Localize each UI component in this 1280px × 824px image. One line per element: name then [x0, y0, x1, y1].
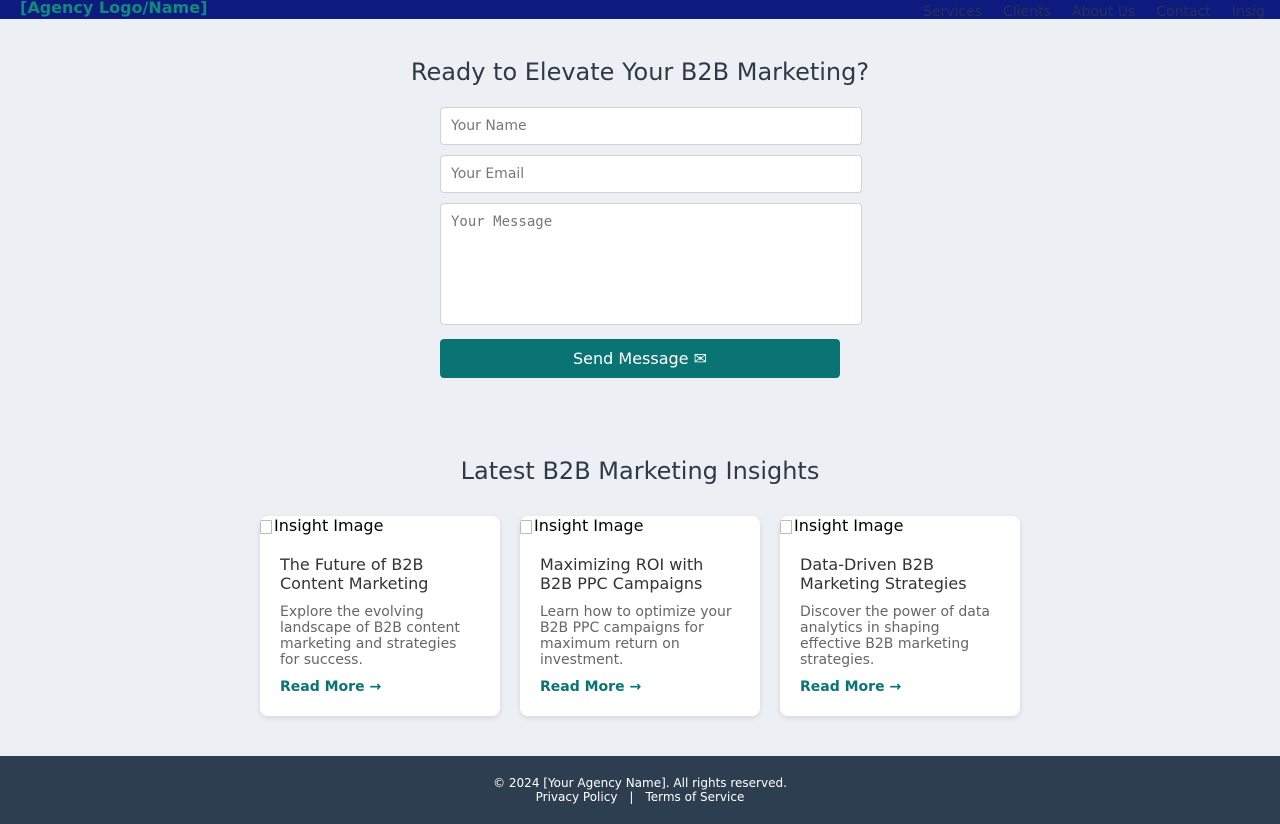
message-textarea[interactable]: [440, 203, 862, 325]
insight-image: Insight Image: [780, 516, 903, 535]
insight-description: Learn how to optimize your B2B PPC campa…: [540, 604, 732, 668]
insight-card: Insight Image Data-Driven B2B Marketing …: [780, 516, 1020, 716]
nav-link-insights[interactable]: Insig: [1232, 3, 1265, 19]
read-more-link[interactable]: Read More →: [800, 679, 901, 695]
insight-card: Insight Image Maximizing ROI with B2B PP…: [520, 516, 760, 716]
footer-links: Privacy Policy | Terms of Service: [0, 790, 1280, 804]
privacy-policy-link[interactable]: Privacy Policy: [536, 790, 618, 804]
send-message-button[interactable]: Send Message ✉: [440, 339, 840, 378]
broken-image-icon: [520, 519, 532, 534]
insight-title: Maximizing ROI with B2B PPC Campaigns: [540, 555, 704, 593]
broken-image-icon: [780, 519, 792, 534]
insight-image-alt: Insight Image: [274, 516, 384, 535]
insight-title: The Future of B2B Content Marketing: [280, 555, 429, 593]
insight-title: Data-Driven B2B Marketing Strategies: [800, 555, 967, 593]
footer-separator: |: [629, 790, 634, 804]
read-more-link[interactable]: Read More →: [540, 679, 641, 695]
contact-heading: Ready to Elevate Your B2B Marketing?: [410, 58, 870, 86]
nav-link-clients[interactable]: Clients: [1003, 3, 1051, 19]
broken-image-icon: [260, 519, 272, 534]
agency-logo[interactable]: [Agency Logo/Name]: [20, 0, 207, 17]
insight-image: Insight Image: [260, 516, 383, 535]
main-nav: Services Clients About Us Contact Insig: [923, 1, 1280, 19]
insight-description: Explore the evolving landscape of B2B co…: [280, 604, 460, 668]
insight-card: Insight Image The Future of B2B Content …: [260, 516, 500, 716]
page-footer: © 2024 [Your Agency Name]. All rights re…: [0, 756, 1280, 824]
insights-heading: Latest B2B Marketing Insights: [460, 457, 820, 485]
insight-image: Insight Image: [520, 516, 643, 535]
read-more-link[interactable]: Read More →: [280, 679, 381, 695]
copyright-text: © 2024 [Your Agency Name]. All rights re…: [493, 776, 787, 790]
nav-link-about-us[interactable]: About Us: [1072, 3, 1135, 19]
insight-image-alt: Insight Image: [534, 516, 644, 535]
top-header: [Agency Logo/Name] Services Clients About …: [0, 0, 1280, 19]
name-input[interactable]: [440, 107, 862, 145]
insight-image-alt: Insight Image: [794, 516, 904, 535]
nav-link-services[interactable]: Services: [923, 3, 982, 19]
email-input[interactable]: [440, 155, 862, 193]
nav-link-contact[interactable]: Contact: [1156, 3, 1210, 19]
terms-of-service-link[interactable]: Terms of Service: [645, 790, 744, 804]
insight-description: Discover the power of data analytics in …: [800, 604, 990, 668]
